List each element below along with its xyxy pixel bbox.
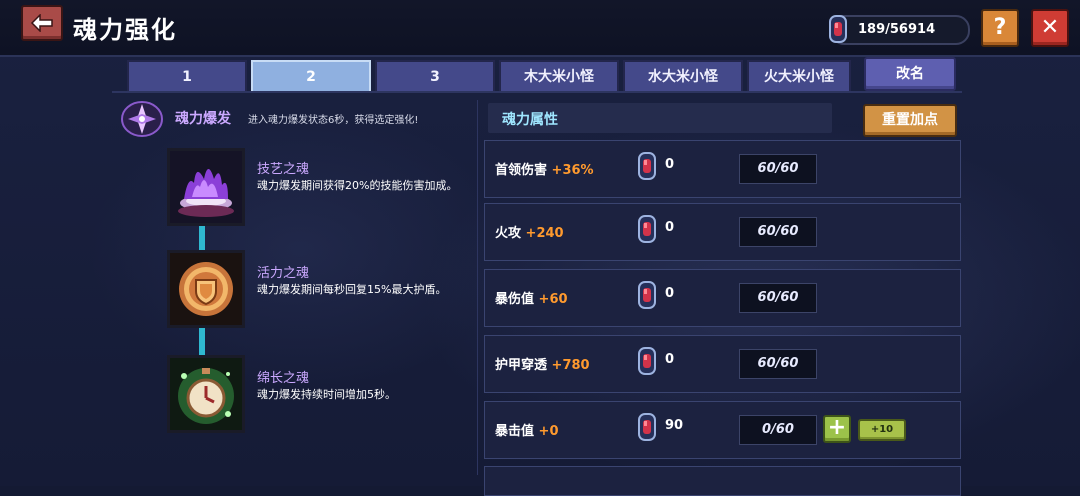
attribute-bonus: +780 bbox=[551, 358, 590, 373]
shield-icon bbox=[170, 253, 242, 325]
skill-tree-connector bbox=[199, 226, 205, 250]
soul-gem-icon bbox=[638, 413, 656, 441]
tab-fire-minion[interactable]: 火大米小怪 bbox=[747, 60, 851, 91]
attribute-level: 60/60 bbox=[739, 283, 817, 313]
soul-burst-icon bbox=[121, 101, 163, 137]
attribute-cost: 0 bbox=[665, 352, 675, 367]
attribute-level: 60/60 bbox=[739, 349, 817, 379]
attribute-cost: 0 bbox=[665, 286, 675, 301]
attribute-bonus: +240 bbox=[525, 226, 564, 241]
top-bar: 魂力强化 189/56914 ? ✕ bbox=[0, 0, 1080, 57]
rename-button[interactable]: 改名 bbox=[864, 57, 956, 91]
tab-2[interactable]: 2 bbox=[251, 60, 371, 91]
attribute-name: 暴击值 +0 bbox=[495, 424, 559, 439]
help-button[interactable]: ? bbox=[981, 9, 1019, 47]
attribute-row: 首领伤害 +36% 0 60/60 bbox=[484, 140, 961, 198]
currency-amount: 189/56914 bbox=[858, 22, 936, 37]
soul-gem-icon bbox=[638, 347, 656, 375]
soul-gem-icon bbox=[829, 15, 847, 43]
add-point-button[interactable]: + bbox=[823, 415, 851, 443]
attribute-bonus: +60 bbox=[538, 292, 568, 307]
attribute-name: 火攻 +240 bbox=[495, 226, 564, 241]
arrow-left-icon bbox=[30, 14, 53, 32]
soul-attributes-header: 魂力属性 bbox=[488, 103, 832, 133]
attribute-level: 0/60 bbox=[739, 415, 817, 445]
attribute-name: 护甲穿透 +780 bbox=[495, 358, 590, 373]
soul-gem-icon bbox=[638, 281, 656, 309]
close-button[interactable]: ✕ bbox=[1031, 9, 1069, 47]
tab-1[interactable]: 1 bbox=[127, 60, 247, 91]
tab-water-minion[interactable]: 水大米小怪 bbox=[623, 60, 743, 91]
reset-points-button[interactable]: 重置加点 bbox=[863, 104, 957, 137]
soul-gem-icon bbox=[638, 215, 656, 243]
soul-name: 活力之魂 bbox=[257, 266, 310, 281]
tab-divider bbox=[112, 91, 962, 93]
tab-wood-minion[interactable]: 木大米小怪 bbox=[499, 60, 619, 91]
tab-3[interactable]: 3 bbox=[375, 60, 495, 91]
soul-skill-slot-3[interactable] bbox=[167, 355, 245, 433]
soul-description: 魂力爆发期间每秒回复15%最大护盾。 bbox=[257, 283, 447, 296]
attribute-name: 暴伤值 +60 bbox=[495, 292, 568, 307]
page-title: 魂力强化 bbox=[73, 16, 177, 44]
attribute-cost: 0 bbox=[665, 220, 675, 235]
attribute-bonus: +0 bbox=[538, 424, 559, 439]
panel-divider bbox=[477, 100, 478, 475]
add-ten-points-button[interactable]: +10 bbox=[858, 419, 906, 441]
attribute-name: 首领伤害 +36% bbox=[495, 163, 594, 178]
soul-name: 技艺之魂 bbox=[257, 162, 310, 177]
soul-burst-label: 魂力爆发 bbox=[175, 111, 231, 127]
soul-attributes-title: 魂力属性 bbox=[502, 112, 558, 128]
attribute-cost: 90 bbox=[665, 418, 684, 433]
soul-skill-slot-2[interactable] bbox=[167, 250, 245, 328]
attribute-level: 60/60 bbox=[739, 217, 817, 247]
back-button[interactable] bbox=[21, 5, 63, 41]
attribute-row: 暴伤值 +60 0 60/60 bbox=[484, 269, 961, 327]
soul-description: 魂力爆发期间获得20%的技能伤害加成。 bbox=[257, 179, 458, 192]
soul-description: 魂力爆发持续时间增加5秒。 bbox=[257, 388, 396, 401]
attribute-row bbox=[484, 466, 961, 496]
attribute-row: 火攻 +240 0 60/60 bbox=[484, 203, 961, 261]
soul-skill-slot-1[interactable] bbox=[167, 148, 245, 226]
purple-flame-icon bbox=[170, 151, 242, 223]
stopwatch-icon bbox=[170, 358, 242, 430]
soul-burst-description: 进入魂力爆发状态6秒，获得选定强化! bbox=[248, 115, 419, 126]
attribute-cost: 0 bbox=[665, 157, 675, 172]
attribute-bonus: +36% bbox=[551, 163, 594, 178]
soul-gem-icon bbox=[638, 152, 656, 180]
soul-name: 绵长之魂 bbox=[257, 371, 310, 386]
skill-tree-connector bbox=[199, 327, 205, 355]
soul-currency-display: 189/56914 bbox=[829, 15, 970, 45]
attribute-row: 护甲穿透 +780 0 60/60 bbox=[484, 335, 961, 393]
attribute-level: 60/60 bbox=[739, 154, 817, 184]
attribute-row: 暴击值 +0 90 0/60 + +10 bbox=[484, 401, 961, 459]
